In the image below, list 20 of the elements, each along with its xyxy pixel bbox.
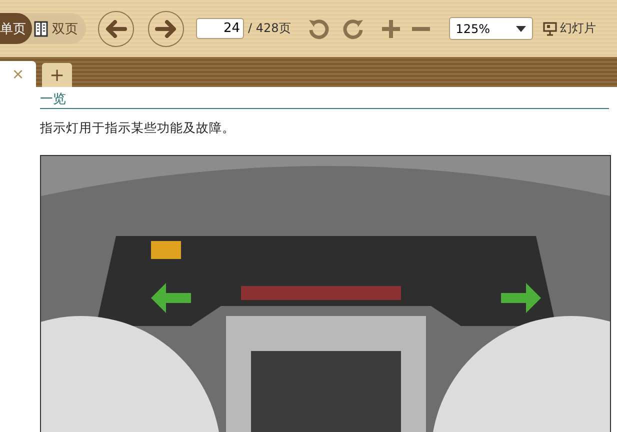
rotate-left-icon[interactable] [306, 16, 331, 40]
zoom-in-icon[interactable] [380, 18, 401, 38]
paragraph: 指示灯用于指示某些功能及故障。 [40, 119, 236, 137]
page-input[interactable]: 24 [196, 18, 244, 39]
right-arrow-icon [155, 20, 177, 38]
section-heading: 一览 [40, 91, 67, 108]
page-total: / 428页 [248, 20, 291, 37]
back-button[interactable] [98, 10, 134, 46]
left-arrow-icon [105, 20, 127, 38]
zoom-out-icon[interactable] [410, 26, 431, 32]
view-mode-tab[interactable]: 双页 [32, 13, 86, 44]
presentation-icon [542, 22, 557, 36]
rotate-right-icon[interactable] [340, 16, 365, 40]
forward-button[interactable] [148, 10, 184, 46]
book-icon [34, 20, 48, 36]
zoom-select[interactable]: 125% [448, 17, 533, 40]
new-tab-button[interactable]: + [42, 63, 72, 87]
dropdown-arrow-icon [516, 26, 526, 32]
slideshow-button[interactable]: 幻灯片 [542, 20, 596, 37]
view-mode-tab[interactable]: 单页 [0, 13, 32, 44]
